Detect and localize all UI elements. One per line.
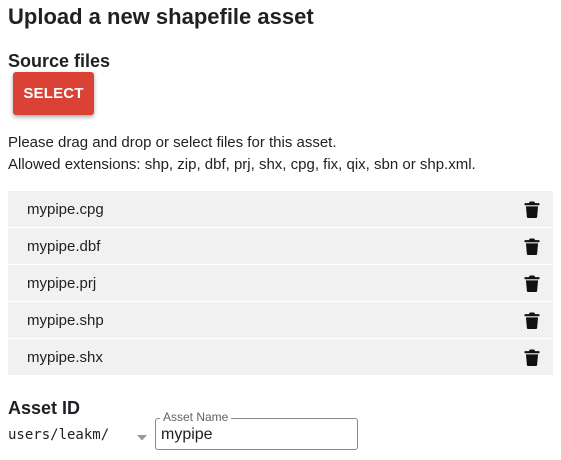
asset-name-field[interactable]: Asset Name	[155, 410, 358, 450]
delete-icon[interactable]	[524, 275, 540, 292]
select-files-button[interactable]: SELECT	[13, 72, 94, 115]
help-text-drag-drop: Please drag and drop or select files for…	[8, 134, 337, 151]
file-list: mypipe.cpg mypipe.dbf mypipe.prj mypipe.shp…	[8, 191, 553, 376]
asset-id-heading: Asset ID	[8, 398, 81, 418]
file-list-item: mypipe.shp	[8, 302, 553, 338]
delete-icon[interactable]	[524, 312, 540, 329]
file-name: mypipe.prj	[27, 274, 97, 292]
file-list-item: mypipe.cpg	[8, 191, 553, 227]
source-files-heading: Source files	[8, 51, 111, 71]
help-text-allowed-extensions: Allowed extensions: shp, zip, dbf, prj, …	[8, 156, 476, 173]
file-list-item: mypipe.prj	[8, 265, 553, 301]
file-name: mypipe.dbf	[27, 237, 101, 255]
asset-name-label: Asset Name	[160, 410, 232, 424]
delete-icon[interactable]	[524, 238, 540, 255]
upload-help-text: Please drag and drop or select files for…	[8, 132, 476, 176]
upload-shapefile-page: Upload a new shapefile asset Source file…	[0, 0, 561, 460]
chevron-down-icon[interactable]	[136, 434, 148, 442]
file-name: mypipe.cpg	[27, 200, 104, 218]
file-list-item: mypipe.dbf	[8, 228, 553, 264]
file-name: mypipe.shx	[27, 348, 103, 366]
page-title: Upload a new shapefile asset	[8, 4, 314, 29]
asset-name-input[interactable]	[161, 426, 351, 444]
file-list-item: mypipe.shx	[8, 339, 553, 375]
delete-icon[interactable]	[524, 201, 540, 218]
asset-id-row: users/leakm/ Asset Name	[8, 410, 368, 452]
delete-icon[interactable]	[524, 349, 540, 366]
file-name: mypipe.shp	[27, 311, 104, 329]
asset-prefix-select[interactable]: users/leakm/	[8, 427, 109, 443]
